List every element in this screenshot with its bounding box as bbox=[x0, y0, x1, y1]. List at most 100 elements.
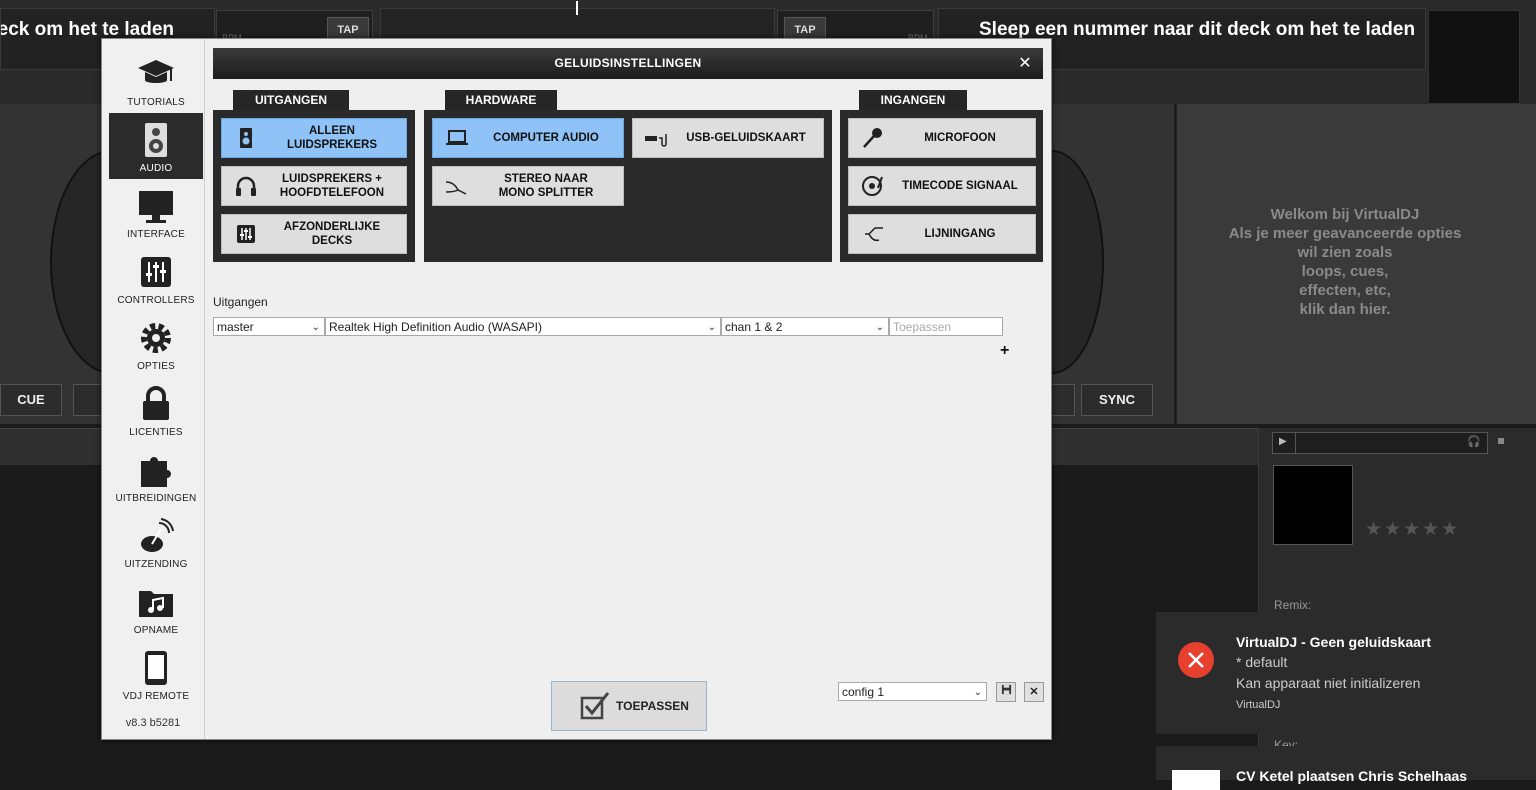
option-luidsprekers-hoofdtelefoon[interactable]: LUIDSPREKERS + HOOFDTELEFOON bbox=[221, 166, 407, 206]
option-usb-geluidskaart[interactable]: USB-GELUIDSKAART bbox=[632, 118, 824, 158]
sidebar-item-licenties[interactable]: LICENTIES bbox=[109, 377, 203, 443]
sidebar-item-audio[interactable]: AUDIO bbox=[109, 113, 203, 179]
sidebar-item-opties[interactable]: OPTIES bbox=[109, 311, 203, 377]
sidebar-item-uitzending[interactable]: UITZENDING bbox=[109, 509, 203, 575]
sidebar-label-controllers: CONTROLLERS bbox=[117, 295, 195, 306]
broadcast-icon bbox=[141, 518, 174, 552]
splitter-cable-icon bbox=[445, 181, 467, 195]
add-output-button[interactable]: + bbox=[1000, 342, 1009, 360]
option-stereo-mono-splitter[interactable]: STEREO NAAR MONO SPLITTER bbox=[432, 166, 624, 206]
option-microfoon[interactable]: MICROFOON bbox=[848, 118, 1036, 158]
sidebar-label-vdj-remote: VDJ REMOTE bbox=[122, 691, 190, 702]
option-alleen-luidsprekers[interactable]: ALLEEN LUIDSPREKERS bbox=[221, 118, 407, 158]
chan-select-value: chan 1 & 2 bbox=[725, 320, 783, 334]
sidebar-label-tutorials: TUTORIALS bbox=[127, 97, 185, 108]
notification-app-name: VirtualDJ bbox=[1236, 699, 1281, 711]
error-icon bbox=[1178, 642, 1214, 678]
cue-button[interactable]: CUE bbox=[0, 384, 62, 416]
play-icon[interactable]: ▶ bbox=[1279, 436, 1287, 447]
sidebar-item-opname[interactable]: OPNAME bbox=[109, 575, 203, 641]
welcome-text[interactable]: Welkom bij VirtualDJ Als je meer geavanc… bbox=[1190, 205, 1500, 319]
settings-sidebar: TUTORIALS AUDIO INTERFACE CONTROLLERS OP… bbox=[102, 39, 205, 739]
device-select[interactable]: Realtek High Definition Audio (WASAPI) ⌄ bbox=[325, 317, 721, 336]
chevron-down-icon: ⌄ bbox=[973, 687, 982, 698]
chan-select[interactable]: chan 1 & 2 ⌄ bbox=[721, 317, 889, 336]
option-stereo-mono-splitter-label: STEREO NAAR MONO SPLITTER bbox=[498, 173, 594, 199]
microphone-icon bbox=[863, 128, 882, 148]
notification-thumbnail bbox=[1172, 770, 1220, 790]
checkbox-check-icon bbox=[580, 692, 610, 720]
option-lijningang[interactable]: LIJNINGANG bbox=[848, 214, 1036, 254]
dialog-title: GELUIDSINSTELLINGEN bbox=[554, 56, 702, 70]
apply-field-placeholder: Toepassen bbox=[893, 320, 952, 334]
corner-box bbox=[1428, 10, 1520, 104]
remix-label: Remix: bbox=[1274, 598, 1312, 612]
speaker-icon bbox=[145, 123, 167, 157]
channel-select-value: master bbox=[217, 320, 254, 334]
play-button[interactable] bbox=[73, 384, 103, 416]
sidebar-item-uitbreidingen[interactable]: UITBREIDINGEN bbox=[109, 443, 203, 509]
usb-cable-icon bbox=[645, 134, 667, 147]
apply-field[interactable]: Toepassen bbox=[889, 317, 1003, 336]
sidebar-item-interface[interactable]: INTERFACE bbox=[109, 179, 203, 245]
delete-config-button[interactable]: ✕ bbox=[1024, 682, 1044, 702]
apply-button[interactable]: TOEPASSEN bbox=[551, 681, 707, 731]
chevron-down-icon: ⌄ bbox=[875, 322, 884, 333]
dialog-title-bar[interactable]: GELUIDSINSTELLINGEN ✕ bbox=[213, 48, 1043, 79]
channel-select[interactable]: master ⌄ bbox=[213, 317, 325, 336]
error-notification[interactable]: VirtualDJ - Geen geluidskaart * default … bbox=[1156, 612, 1520, 734]
sidebar-label-audio: AUDIO bbox=[139, 163, 173, 174]
floppy-disk-icon bbox=[1001, 684, 1011, 695]
laptop-icon bbox=[446, 130, 468, 145]
graduation-cap-icon bbox=[138, 60, 174, 83]
music-folder-icon bbox=[139, 591, 173, 617]
center-marker bbox=[576, 1, 578, 15]
sidebar-label-uitbreidingen: UITBREIDINGEN bbox=[115, 493, 197, 504]
version-label: v8.3 b5281 bbox=[125, 717, 181, 729]
second-notification[interactable]: CV Ketel plaatsen Chris Schelhaas bbox=[1156, 746, 1520, 790]
tab-ingangen: INGANGEN bbox=[859, 90, 967, 110]
chevron-down-icon: ⌄ bbox=[707, 322, 716, 333]
option-usb-geluidskaart-label: USB-GELUIDSKAART bbox=[686, 132, 806, 144]
sidebar-label-opties: OPTIES bbox=[137, 361, 175, 372]
speaker-icon bbox=[240, 128, 252, 148]
chevron-down-icon: ⌄ bbox=[311, 322, 320, 333]
option-alleen-luidsprekers-label: ALLEEN LUIDSPREKERS bbox=[286, 125, 378, 151]
right-cue-button[interactable] bbox=[1050, 384, 1075, 416]
sliders-icon bbox=[141, 257, 171, 287]
sidebar-item-controllers[interactable]: CONTROLLERS bbox=[109, 245, 203, 311]
second-notification-title: CV Ketel plaatsen Chris Schelhaas bbox=[1236, 768, 1468, 784]
cover-art bbox=[1273, 465, 1353, 545]
monitor-icon bbox=[139, 191, 173, 223]
sidebar-item-vdj-remote[interactable]: VDJ REMOTE bbox=[109, 641, 203, 707]
headphones-icon bbox=[236, 176, 256, 196]
option-computer-audio[interactable]: COMPUTER AUDIO bbox=[432, 118, 624, 158]
outputs-section-label: Uitgangen bbox=[213, 295, 268, 309]
gear-icon bbox=[141, 323, 171, 353]
panel-toggle-icon[interactable] bbox=[1498, 438, 1504, 444]
preview-player[interactable]: ▶ 🎧 bbox=[1272, 432, 1488, 454]
lock-icon bbox=[143, 386, 169, 420]
puzzle-icon bbox=[141, 457, 171, 487]
close-dialog-button[interactable]: ✕ bbox=[1015, 48, 1035, 79]
option-afzonderlijke-decks[interactable]: AFZONDERLIJKE DECKS bbox=[221, 214, 407, 254]
notification-title: VirtualDJ - Geen geluidskaart bbox=[1236, 634, 1432, 650]
config-select[interactable]: config 1 ⌄ bbox=[838, 682, 987, 701]
save-config-button[interactable] bbox=[996, 682, 1016, 702]
option-luidsprekers-hoofdtelefoon-label: LUIDSPREKERS + HOOFDTELEFOON bbox=[279, 173, 385, 199]
sidebar-label-interface: INTERFACE bbox=[127, 229, 185, 240]
headphone-icon[interactable]: 🎧 bbox=[1467, 435, 1481, 448]
mixer-icon bbox=[237, 225, 255, 243]
config-select-value: config 1 bbox=[842, 685, 885, 699]
option-computer-audio-label: COMPUTER AUDIO bbox=[493, 132, 599, 144]
device-select-value: Realtek High Definition Audio (WASAPI) bbox=[329, 320, 542, 334]
sidebar-label-licenties: LICENTIES bbox=[129, 427, 183, 438]
option-timecode-signaal[interactable]: TIMECODE SIGNAAL bbox=[848, 166, 1036, 206]
option-microfoon-label: MICROFOON bbox=[924, 132, 996, 144]
tab-hardware: HARDWARE bbox=[445, 90, 557, 110]
tab-uitgangen: UITGANGEN bbox=[233, 90, 349, 110]
sync-button[interactable]: SYNC bbox=[1081, 384, 1153, 416]
sidebar-item-tutorials[interactable]: TUTORIALS bbox=[109, 47, 203, 113]
rating-stars[interactable]: ★★★★★ bbox=[1365, 518, 1460, 541]
option-afzonderlijke-decks-label: AFZONDERLIJKE DECKS bbox=[283, 221, 381, 247]
